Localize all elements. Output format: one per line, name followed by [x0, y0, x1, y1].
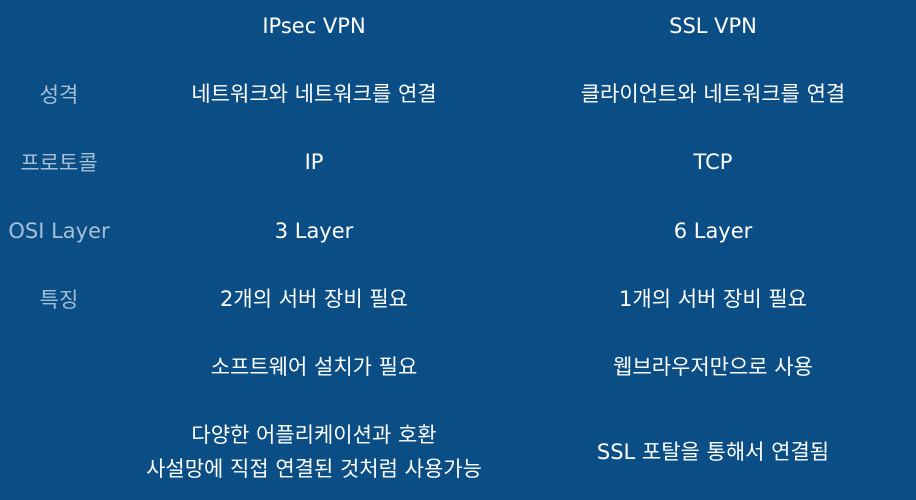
- row-label-nature: 성격: [39, 83, 79, 107]
- row-osi-layer: OSI Layer 3 Layer 6 Layer: [0, 214, 916, 248]
- cell-ipsec-osi-layer: 3 Layer: [274, 219, 354, 243]
- row-protocol: 프로토콜 IP TCP: [0, 145, 916, 179]
- cell-ssl-feature-2: 웹브라우저만으로 사용: [613, 355, 813, 379]
- cell-ipsec-feature-2: 소프트웨어 설치가 필요: [210, 355, 418, 379]
- cell-ipsec-protocol: IP: [304, 150, 324, 174]
- cell-ipsec-feature-3-line-2: 사설망에 직접 연결된 것처럼 사용가능: [146, 457, 482, 481]
- cell-ipsec-feature-3-line-1: 다양한 어플리케이션과 호환: [191, 423, 437, 447]
- row-nature: 성격 네트워크와 네트워크를 연결 클라이언트와 네트워크를 연결: [0, 77, 916, 111]
- header-row: IPsec VPN SSL VPN: [0, 9, 916, 43]
- row-features-1: 특징 2개의 서버 장비 필요 1개의 서버 장비 필요: [0, 282, 916, 316]
- header-ssl-vpn: SSL VPN: [669, 14, 757, 38]
- row-label-features: 특징: [39, 288, 79, 312]
- row-features-2: 소프트웨어 설치가 필요 웹브라우저만으로 사용: [0, 350, 916, 384]
- cell-ipsec-feature-1: 2개의 서버 장비 필요: [220, 287, 408, 311]
- cell-ssl-osi-layer: 6 Layer: [673, 219, 753, 243]
- cell-ssl-protocol: TCP: [693, 150, 733, 174]
- header-ipsec-vpn: IPsec VPN: [262, 14, 366, 38]
- cell-ipsec-nature: 네트워크와 네트워크를 연결: [191, 82, 437, 106]
- row-label-osi-layer: OSI Layer: [8, 219, 110, 243]
- row-label-protocol: 프로토콜: [20, 151, 98, 175]
- cell-ssl-feature-1: 1개의 서버 장비 필요: [619, 287, 807, 311]
- row-features-3: 다양한 어플리케이션과 호환 사설망에 직접 연결된 것처럼 사용가능 SSL …: [0, 418, 916, 486]
- cell-ssl-nature: 클라이언트와 네트워크를 연결: [580, 82, 846, 106]
- vpn-comparison-table: IPsec VPN SSL VPN 성격 네트워크와 네트워크를 연결 클라이언…: [0, 0, 916, 500]
- cell-ipsec-feature-3: 다양한 어플리케이션과 호환 사설망에 직접 연결된 것처럼 사용가능: [118, 418, 510, 486]
- cell-ssl-feature-3: SSL 포탈을 통해서 연결됨: [596, 440, 830, 464]
